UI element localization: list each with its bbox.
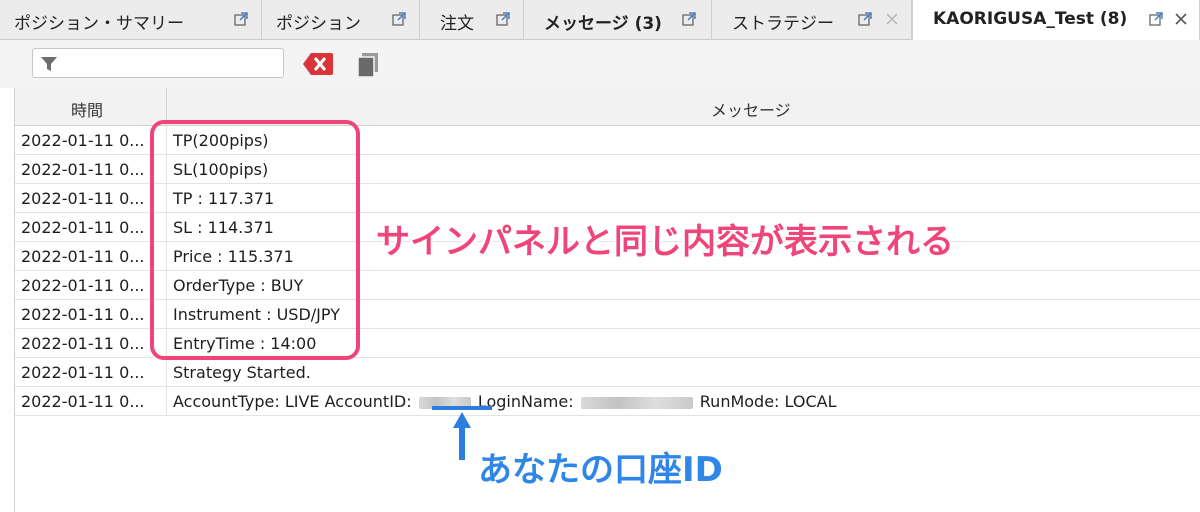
filter-input[interactable] <box>32 48 284 78</box>
tab-label: KAORIGUSA_Test (8) <box>933 9 1128 29</box>
tab-strategy[interactable]: ストラテジー <box>712 0 912 40</box>
tab-orders[interactable]: 注文 <box>420 0 524 40</box>
cell-divider <box>166 387 167 416</box>
popout-icon[interactable] <box>496 12 510 26</box>
cell-time: 2022-01-11 0... <box>21 305 145 324</box>
run-mode-text: RunMode: LOCAL <box>699 392 837 411</box>
popout-icon[interactable] <box>682 12 696 26</box>
redacted-login-name <box>580 396 693 409</box>
table-row[interactable]: 2022-01-11 0... AccountType: LIVE Accoun… <box>15 387 1200 416</box>
cell-message: Strategy Started. <box>173 363 311 382</box>
column-header-time[interactable]: 時間 <box>71 97 103 121</box>
cell-time: 2022-01-11 0... <box>21 247 145 266</box>
copy-button[interactable] <box>356 52 380 78</box>
popout-icon[interactable] <box>234 12 248 26</box>
cell-time: 2022-01-11 0... <box>21 334 145 353</box>
column-header-message[interactable]: メッセージ <box>711 97 791 121</box>
cell-time: 2022-01-11 0... <box>21 189 145 208</box>
tab-kaorigusa-test[interactable]: KAORIGUSA_Test (8) <box>912 0 1200 41</box>
cell-divider <box>166 358 167 387</box>
cell-time: 2022-01-11 0... <box>21 276 145 295</box>
popout-icon[interactable] <box>1149 12 1163 26</box>
cell-time: 2022-01-11 0... <box>21 218 145 237</box>
login-name-label: LoginName: <box>477 392 574 411</box>
table-row[interactable]: 2022-01-11 0... Strategy Started. <box>15 358 1200 387</box>
tab-positions[interactable]: ポジション <box>262 0 420 40</box>
account-type-text: AccountType: LIVE AccountID: <box>173 392 412 411</box>
cell-time: 2022-01-11 0... <box>21 131 145 150</box>
highlight-box <box>150 120 360 360</box>
cell-time: 2022-01-11 0... <box>21 363 145 382</box>
tab-label: メッセージ (3) <box>544 14 662 34</box>
tab-label: ストラテジー <box>732 14 834 34</box>
sign-panel-callout: サインパネルと同じ内容が表示される <box>376 222 954 262</box>
popout-icon[interactable] <box>858 12 872 26</box>
close-icon[interactable] <box>1173 11 1189 27</box>
tab-messages[interactable]: メッセージ (3) <box>524 0 712 40</box>
tab-position-summary[interactable]: ポジション・サマリー <box>0 0 262 40</box>
cell-message: AccountType: LIVE AccountID: LoginName: … <box>173 392 837 411</box>
popout-icon[interactable] <box>392 12 406 26</box>
close-icon[interactable] <box>884 11 900 27</box>
clear-filter-button[interactable] <box>302 52 334 76</box>
tab-bar: ポジション・サマリー ポジション 注文 メッセージ (3) ストラテジー KAO… <box>0 0 1200 41</box>
tab-label: 注文 <box>440 14 474 34</box>
cell-time: 2022-01-11 0... <box>21 160 145 179</box>
cell-time: 2022-01-11 0... <box>21 392 145 411</box>
tab-label: ポジション・サマリー <box>14 14 184 34</box>
funnel-icon <box>41 57 57 71</box>
account-id-callout: あなたの口座ID <box>478 450 723 490</box>
arrow-up-icon <box>453 412 471 460</box>
tab-label: ポジション <box>276 14 361 34</box>
